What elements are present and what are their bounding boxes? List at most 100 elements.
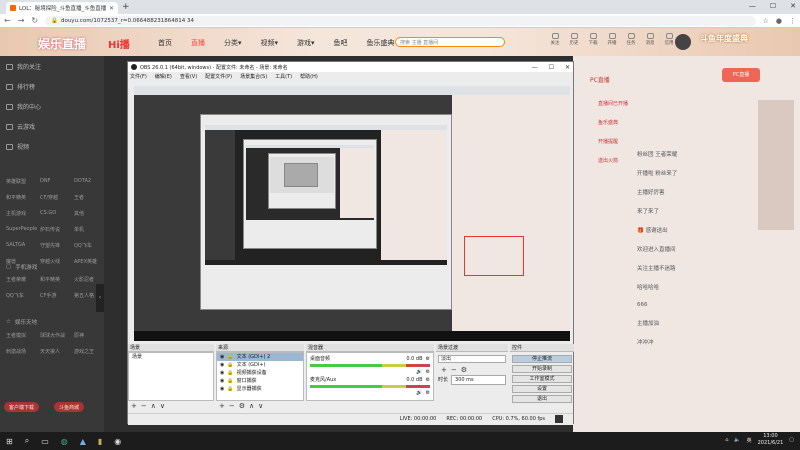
sidebar-section-ent[interactable]: ☆ 娱乐天地 bbox=[6, 318, 37, 326]
source-item[interactable]: ◉ 🔒 视频捕获设备 bbox=[217, 369, 303, 377]
broadcast-icon[interactable]: 开播 bbox=[605, 33, 619, 46]
list-item[interactable]: 和平精英 bbox=[40, 276, 74, 283]
sidebar-item-center[interactable]: 我的中心 bbox=[6, 102, 41, 111]
forward-icon[interactable]: → bbox=[18, 16, 25, 25]
list-item[interactable]: SALTGA bbox=[6, 242, 40, 249]
gear-icon[interactable]: ⚙ bbox=[426, 368, 430, 376]
obs-close-button[interactable]: ✕ bbox=[565, 64, 570, 71]
event-banner[interactable]: 斗鱼年度盛典 bbox=[700, 33, 748, 44]
list-item[interactable]: CS:GO bbox=[40, 210, 74, 217]
client-download-button[interactable]: 客户端下载 bbox=[4, 402, 40, 412]
list-item[interactable]: QQ飞车 bbox=[74, 242, 100, 249]
remove-icon[interactable]: − bbox=[229, 402, 235, 410]
avatar[interactable] bbox=[675, 34, 691, 50]
list-item[interactable]: 其他 bbox=[74, 210, 100, 217]
lock-icon[interactable]: 🔒 bbox=[227, 377, 233, 385]
history-icon[interactable]: 历史 bbox=[567, 33, 581, 46]
list-item[interactable]: 守望先锋 bbox=[40, 242, 74, 249]
pc-live-button[interactable]: PC直播 bbox=[722, 68, 760, 82]
add-icon[interactable]: + bbox=[131, 402, 137, 410]
source-item[interactable]: ◉ 🔒 文本 (GDI+) bbox=[217, 361, 303, 369]
menu-file[interactable]: 文件(F) bbox=[130, 73, 147, 80]
ime-icon[interactable]: 英 bbox=[747, 437, 752, 444]
gear-icon[interactable]: ⚙ bbox=[426, 389, 430, 397]
gear-icon[interactable]: ⚙ bbox=[239, 402, 245, 410]
list-item[interactable]: 王者 bbox=[74, 194, 100, 201]
volume-icon[interactable]: 🔈 bbox=[734, 437, 740, 443]
move-down-icon[interactable]: ∨ bbox=[160, 402, 165, 410]
list-item[interactable]: 王者荣耀 bbox=[6, 276, 40, 283]
douyu-search-input[interactable]: 搜索 主播 直播间 bbox=[395, 37, 505, 47]
list-item[interactable]: 单机 bbox=[74, 226, 100, 233]
right-badge[interactable]: PC直播 bbox=[590, 75, 610, 84]
obs-taskbar-icon[interactable]: ◉ bbox=[114, 437, 121, 446]
lock-icon[interactable]: 🔒 bbox=[227, 385, 233, 393]
browser-tab[interactable]: LOL：秘境探险_斗鱼直播_斗鱼直播 ✕ bbox=[6, 2, 118, 14]
eye-icon[interactable]: ◉ bbox=[220, 369, 224, 377]
eye-icon[interactable]: ◉ bbox=[220, 361, 224, 369]
chrome-taskbar-icon[interactable]: ◍ bbox=[61, 437, 68, 446]
nav-home[interactable]: 首页 bbox=[158, 38, 172, 48]
taskbar-clock[interactable]: 13:00 2021/6/21 bbox=[758, 433, 784, 447]
list-item[interactable]: CF/穿越 bbox=[40, 194, 74, 201]
source-item[interactable]: ◉ 🔒 文本 (GDI+) 2 bbox=[217, 353, 303, 361]
app-taskbar-icon[interactable]: ▲ bbox=[80, 437, 86, 446]
lock-icon[interactable]: 🔒 bbox=[227, 353, 233, 361]
sidebar-item-rank[interactable]: 排行榜 bbox=[6, 82, 35, 91]
collapse-sidebar-button[interactable]: ‹ bbox=[96, 284, 104, 312]
notification-icon[interactable]: ▢ bbox=[789, 437, 794, 443]
start-recording-button[interactable]: 开始录制 bbox=[512, 365, 572, 373]
sidebar-item-cloudgame[interactable]: 云游戏 bbox=[6, 122, 35, 131]
list-item[interactable]: 直播间已开播 bbox=[598, 100, 628, 107]
remove-icon[interactable]: − bbox=[141, 402, 147, 410]
list-item[interactable]: APEX英雄 bbox=[74, 258, 100, 265]
close-tab-icon[interactable]: ✕ bbox=[109, 5, 114, 12]
scene-item[interactable]: 场景 bbox=[129, 353, 213, 361]
list-item[interactable]: DOTA2 bbox=[74, 178, 100, 185]
list-item[interactable]: 炉石传说 bbox=[40, 226, 74, 233]
gear-icon[interactable]: ⚙ bbox=[426, 376, 430, 384]
duration-field[interactable]: 300 ms bbox=[451, 375, 506, 385]
source-item[interactable]: ◉ 🔒 窗口捕获 bbox=[217, 377, 303, 385]
obs-preview[interactable] bbox=[134, 86, 570, 341]
speaker-icon[interactable]: 🔊 bbox=[416, 389, 422, 397]
nav-category[interactable]: 分类▾ bbox=[224, 38, 242, 48]
message-icon[interactable]: 消息 bbox=[643, 33, 657, 46]
studio-mode-button[interactable]: 工作室模式 bbox=[512, 375, 572, 383]
gear-icon[interactable]: ⚙ bbox=[461, 366, 467, 374]
list-item[interactable]: 游戏之王 bbox=[74, 348, 100, 355]
list-item[interactable]: 送出火箭 bbox=[598, 157, 628, 164]
sidebar-item-follow[interactable]: 我的关注 bbox=[6, 62, 41, 71]
search-icon[interactable]: ⌕ bbox=[25, 436, 29, 446]
network-icon[interactable]: ⌂ bbox=[725, 437, 728, 443]
lock-icon[interactable]: 🔒 bbox=[227, 369, 233, 377]
list-item[interactable]: 原神 bbox=[74, 332, 100, 339]
lock-icon[interactable]: 🔒 bbox=[227, 361, 233, 369]
reload-icon[interactable]: ↻ bbox=[31, 16, 38, 25]
download-icon[interactable]: 下载 bbox=[586, 33, 600, 46]
list-item[interactable]: 穿越火线 bbox=[40, 258, 74, 265]
list-item[interactable]: CF手游 bbox=[40, 292, 74, 299]
nav-festival[interactable]: 鱼乐盛典 bbox=[367, 38, 395, 48]
list-item[interactable]: SuperPeople bbox=[6, 226, 40, 233]
side-ad-panel[interactable] bbox=[758, 100, 794, 230]
windows-start-icon[interactable]: ⊞ bbox=[6, 437, 13, 446]
source-item[interactable]: ◉ 🔒 显示器捕获 bbox=[217, 385, 303, 393]
nav-game[interactable]: 游戏▾ bbox=[297, 38, 315, 48]
list-item[interactable]: 鱼乐盛典 bbox=[598, 119, 628, 126]
list-item[interactable]: DNF bbox=[40, 178, 74, 185]
close-window-button[interactable]: ✕ bbox=[790, 2, 796, 10]
menu-profile[interactable]: 配置文件(P) bbox=[205, 73, 232, 80]
exit-button[interactable]: 退出 bbox=[512, 395, 572, 403]
nav-yuba[interactable]: 鱼吧 bbox=[334, 38, 348, 48]
add-icon[interactable]: + bbox=[441, 366, 447, 374]
new-tab-button[interactable]: + bbox=[122, 2, 130, 12]
menu-tools[interactable]: 工具(T) bbox=[275, 73, 292, 80]
settings-button[interactable]: 设置 bbox=[512, 385, 572, 393]
list-item[interactable]: 球球大作战 bbox=[40, 332, 74, 339]
list-item[interactable]: 开播提醒 bbox=[598, 138, 628, 145]
move-down-icon[interactable]: ∨ bbox=[258, 402, 263, 410]
event-logo[interactable]: Hi播 bbox=[108, 36, 130, 51]
transition-select[interactable]: 淡出 bbox=[438, 355, 506, 363]
follow-icon[interactable]: 关注 bbox=[548, 33, 562, 46]
